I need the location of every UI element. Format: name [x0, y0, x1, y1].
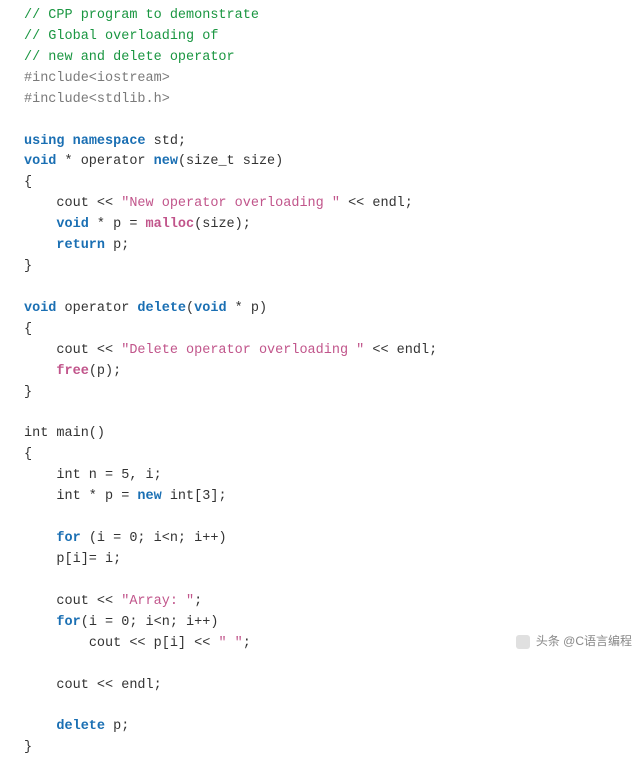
text: (i = 0; i<n; i++): [81, 531, 227, 546]
watermark-text: 头条 @C语言编程: [536, 634, 632, 648]
text: (p);: [89, 364, 121, 379]
kw-for: for: [56, 531, 80, 546]
text: (: [186, 301, 194, 316]
kw-void: void: [56, 217, 88, 232]
fn-free: free: [56, 364, 88, 379]
text: cout <<: [56, 594, 121, 609]
text: << endl;: [340, 196, 413, 211]
kw-for: for: [56, 615, 80, 630]
text: int * p =: [56, 489, 137, 504]
kw-delete: delete: [137, 301, 186, 316]
include-line: #include<stdlib.h>: [24, 92, 170, 107]
string: "Delete operator overloading ": [121, 343, 364, 358]
text: * p =: [89, 217, 146, 232]
text: int[3];: [162, 489, 227, 504]
text: std;: [146, 134, 187, 149]
brace: }: [24, 259, 32, 274]
brace: {: [24, 322, 32, 337]
kw-using: using: [24, 134, 65, 149]
text: cout <<: [56, 196, 121, 211]
text: (size_t size): [178, 154, 283, 169]
text: operator: [56, 301, 137, 316]
text: cout << endl;: [56, 678, 161, 693]
text: operator: [73, 154, 154, 169]
brace: {: [24, 447, 32, 462]
kw-return: return: [56, 238, 105, 253]
text: ;: [243, 636, 251, 651]
text: p[i]= i;: [56, 552, 121, 567]
comment-line: // new and delete operator: [24, 50, 235, 65]
kw-void: void: [194, 301, 226, 316]
kw-void: void: [24, 154, 56, 169]
text: int n = 5, i;: [56, 468, 161, 483]
fn-malloc: malloc: [146, 217, 195, 232]
text: (i = 0; i<n; i++): [81, 615, 219, 630]
brace: }: [24, 385, 32, 400]
text: *: [56, 154, 72, 169]
kw-void: void: [24, 301, 56, 316]
text: ;: [194, 594, 202, 609]
kw-new: new: [137, 489, 161, 504]
kw-namespace: namespace: [73, 134, 146, 149]
text: p;: [105, 719, 129, 734]
comment-line: // CPP program to demonstrate: [24, 8, 259, 23]
text: (size);: [194, 217, 251, 232]
watermark: 头条 @C语言编程: [516, 632, 632, 651]
watermark-icon: [516, 635, 530, 649]
string: "Array: ": [121, 594, 194, 609]
include-line: #include<iostream>: [24, 71, 170, 86]
text: cout <<: [56, 343, 121, 358]
text: * p): [227, 301, 268, 316]
string: "New operator overloading ": [121, 196, 340, 211]
kw-new: new: [154, 154, 178, 169]
string: " ": [218, 636, 242, 651]
text: int main(): [24, 426, 105, 441]
brace: {: [24, 175, 32, 190]
comment-line: // Global overloading of: [24, 29, 218, 44]
text: << endl;: [364, 343, 437, 358]
kw-delete: delete: [56, 719, 105, 734]
brace: }: [24, 740, 32, 755]
text: cout << p[i] <<: [89, 636, 219, 651]
text: p;: [105, 238, 129, 253]
